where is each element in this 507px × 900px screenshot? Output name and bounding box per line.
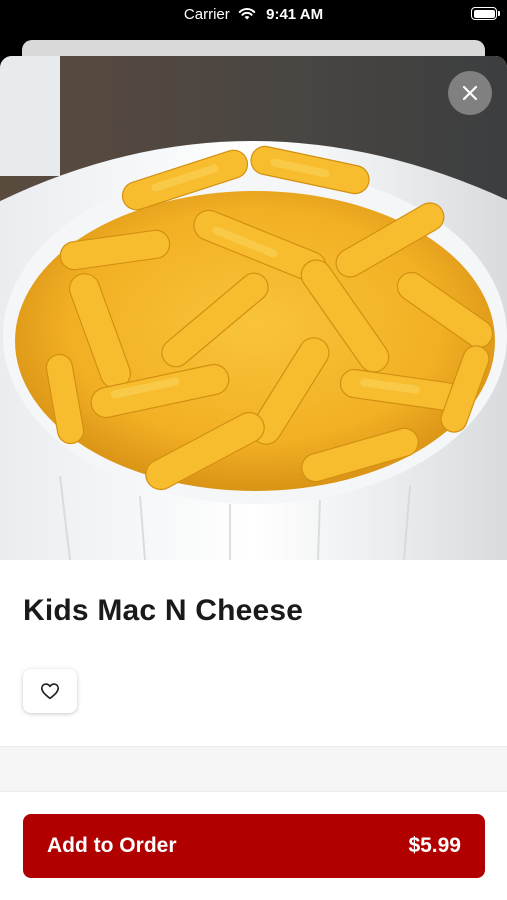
close-icon (462, 85, 478, 101)
battery-icon (471, 7, 500, 20)
clock: 9:41 AM (266, 6, 324, 23)
section-divider (0, 746, 507, 792)
wifi-icon (238, 7, 256, 25)
price-label: $5.99 (408, 834, 461, 857)
favorite-button[interactable] (23, 669, 77, 713)
heart-icon (40, 683, 59, 700)
add-to-order-label: Add to Order (47, 834, 177, 857)
item-photo (0, 56, 507, 560)
status-bar: Carrier 9:41 AM (0, 0, 507, 36)
item-title: Kids Mac N Cheese (23, 594, 304, 627)
item-detail-sheet: Kids Mac N Cheese Add to Order $5.99 (0, 56, 507, 900)
carrier-label: Carrier (183, 6, 230, 23)
add-to-order-button[interactable]: Add to Order $5.99 (23, 814, 485, 878)
phone-screen: Carrier 9:41 AM Kids Mac N Cheese Add to… (0, 0, 507, 900)
status-center: Carrier 9:41 AM (0, 6, 507, 25)
close-button[interactable] (448, 71, 492, 115)
